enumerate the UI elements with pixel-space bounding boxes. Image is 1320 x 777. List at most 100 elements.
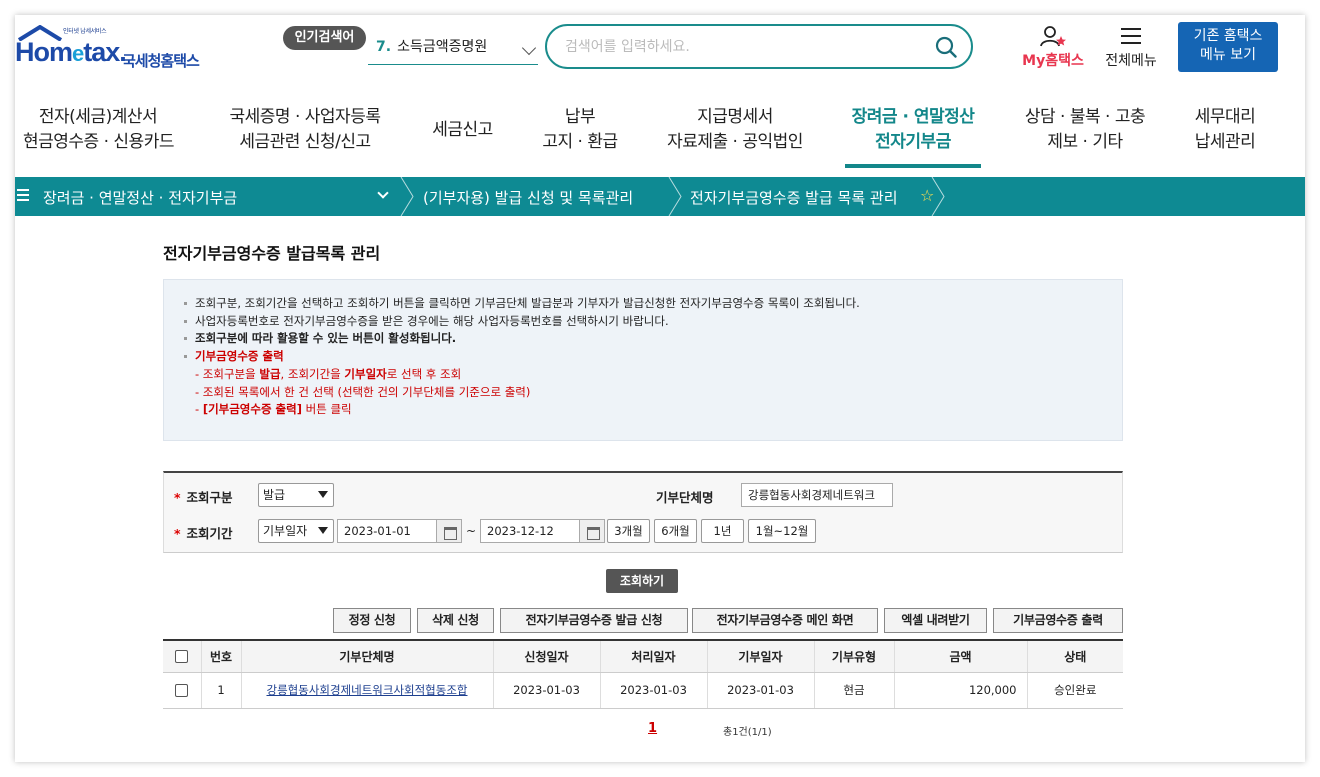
notice-line: 사업자등록번호로 전자기부금영수증을 받은 경우에는 해당 사업자등록번호를 선… bbox=[184, 313, 1102, 331]
nav-label-line1: 세무대리 bbox=[1194, 107, 1256, 127]
nav-label-line1: 납부 bbox=[564, 107, 596, 127]
notice-line: 조회구분에 따라 활용할 수 있는 버튼이 활성화됩니다. bbox=[184, 330, 1102, 348]
calendar-icon[interactable] bbox=[436, 519, 462, 543]
pager-current-page[interactable]: 1 bbox=[648, 721, 657, 736]
col-header[interactable]: 기부단체명 bbox=[241, 639, 494, 673]
correction-request-button[interactable]: 정정 신청 bbox=[333, 608, 411, 633]
issue-request-button[interactable]: 전자기부금영수증 발급 신청 bbox=[500, 608, 688, 633]
popular-rank: 7. bbox=[376, 39, 392, 55]
date-from-field[interactable]: 2023-01-01 bbox=[337, 519, 437, 543]
cell-request-date: 2023-01-03 bbox=[493, 672, 601, 709]
cell-donation-type: 현금 bbox=[814, 672, 895, 709]
old-site-menu-button[interactable]: 기존 홈택스 메뉴 보기 bbox=[1178, 22, 1278, 72]
col-header[interactable]: 신청일자 bbox=[493, 639, 601, 673]
col-header[interactable]: 번호 bbox=[201, 639, 242, 673]
cell-amount: 120,000 bbox=[894, 672, 1028, 709]
menu-icon[interactable] bbox=[17, 189, 29, 203]
dropdown-arrow-icon bbox=[318, 527, 328, 534]
chevron-down-icon bbox=[521, 40, 537, 56]
search-input[interactable] bbox=[565, 36, 925, 58]
nav-label-line2: 납세관리 bbox=[1194, 132, 1256, 152]
page-frame: 인터넷 납세서비스 Hometax. 국세청홈택스 인기검색어 7. 소득금액증명… bbox=[15, 15, 1305, 762]
logo-wordmark: Hometax. bbox=[15, 37, 127, 67]
cell-status: 승인완료 bbox=[1027, 672, 1123, 709]
my-hometax-button[interactable]: My홈택스 bbox=[1017, 23, 1089, 71]
breadcrumb-separator-icon bbox=[931, 177, 945, 216]
table-row[interactable]: 1 강릉협동사회경제네트워크사회적협동조합 2023-01-03 2023-01… bbox=[163, 672, 1123, 709]
notice-line: 기부금영수증 출력 bbox=[184, 348, 1102, 366]
nav-label-line2: 현금영수증 · 신용카드 bbox=[23, 132, 174, 152]
nav-label-line2: 전자기부금 bbox=[875, 132, 951, 152]
breadcrumb-separator-icon bbox=[668, 177, 682, 216]
breadcrumb-level2[interactable]: (기부자용) 발급 신청 및 목록관리 bbox=[423, 187, 633, 208]
nav-label-line2: 자료제출 · 공익법인 bbox=[667, 132, 803, 152]
donation-main-button[interactable]: 전자기부금영수증 메인 화면 bbox=[692, 608, 878, 633]
row-checkbox[interactable] bbox=[175, 684, 189, 697]
nav-label-line1: 장려금 · 연말정산 bbox=[851, 107, 975, 127]
nav-label-line1: 상담 · 불복 · 고충 bbox=[1024, 107, 1146, 127]
nav-item-tax-filing[interactable]: 세금신고 bbox=[425, 105, 500, 165]
delete-request-button[interactable]: 삭제 신청 bbox=[417, 608, 494, 633]
my-hometax-label: My홈택스 bbox=[1022, 53, 1084, 69]
main-nav: 전자(세금)계산서 현금영수증 · 신용카드 국세증명 · 사업자등록 세금관련… bbox=[15, 105, 1305, 168]
date-to-field[interactable]: 2023-12-12 bbox=[480, 519, 580, 543]
cell-no: 1 bbox=[201, 672, 242, 709]
popular-term: 소득금액증명원 bbox=[397, 39, 488, 55]
search-type-select[interactable]: 발급 bbox=[258, 483, 334, 507]
org-name-label: 기부단체명 bbox=[656, 490, 714, 505]
nav-item-certificate[interactable]: 국세증명 · 사업자등록 세금관련 신청/신고 bbox=[220, 105, 390, 165]
cell-org-name-link[interactable]: 강릉협동사회경제네트워크사회적협동조합 bbox=[241, 672, 494, 709]
hometax-logo[interactable]: 인터넷 납세서비스 Hometax. 국세청홈택스 bbox=[15, 23, 230, 73]
receipt-table: 번호 기부단체명 신청일자 처리일자 기부일자 기부유형 금액 상태 1 강릉협… bbox=[163, 639, 1123, 709]
nav-item-tax-agent[interactable]: 세무대리 납세관리 bbox=[1185, 105, 1265, 165]
search-panel: * 조회구분 발급 기부단체명 강릉협동사회경제네트워크 * 조회기간 기부일자 2… bbox=[163, 471, 1123, 553]
chevron-down-icon[interactable] bbox=[377, 187, 389, 199]
nav-item-consult[interactable]: 상담 · 불복 · 고충 제보 · 기타 bbox=[1015, 105, 1155, 165]
breadcrumb-level1[interactable]: 장려금 · 연말정산 · 전자기부금 bbox=[43, 187, 237, 208]
excel-download-button[interactable]: 엑셀 내려받기 bbox=[884, 608, 987, 633]
col-header[interactable]: 처리일자 bbox=[600, 639, 708, 673]
nav-item-e-invoice[interactable]: 전자(세금)계산서 현금영수증 · 신용카드 bbox=[23, 105, 174, 165]
cell-donation-date: 2023-01-03 bbox=[707, 672, 815, 709]
nav-label-line1: 전자(세금)계산서 bbox=[38, 107, 158, 127]
all-menu-button[interactable]: 전체메뉴 bbox=[1099, 23, 1163, 71]
period-1y-button[interactable]: 1년 bbox=[701, 519, 744, 543]
nav-label-line2: 세금관련 신청/신고 bbox=[239, 132, 371, 152]
nav-label-line1: 세금신고 bbox=[432, 120, 493, 140]
nav-label-line1: 지급명세서 bbox=[697, 107, 773, 127]
period-full-year-button[interactable]: 1월~12월 bbox=[748, 519, 816, 543]
nav-item-payment[interactable]: 납부 고지 · 환급 bbox=[535, 105, 625, 165]
breadcrumb: 장려금 · 연말정산 · 전자기부금 (기부자용) 발급 신청 및 목록관리 전… bbox=[15, 177, 1305, 216]
select-all-cell bbox=[163, 639, 202, 673]
table-header-row: 번호 기부단체명 신청일자 처리일자 기부일자 기부유형 금액 상태 bbox=[163, 639, 1123, 673]
breadcrumb-level3[interactable]: 전자기부금영수증 발급 목록 관리 bbox=[690, 187, 898, 208]
col-header[interactable]: 금액 bbox=[894, 639, 1028, 673]
logo-korean: 국세청홈택스 bbox=[122, 52, 200, 70]
pager-total: 총1건(1/1) bbox=[723, 727, 772, 738]
receipt-print-button[interactable]: 기부금영수증 출력 bbox=[993, 608, 1123, 633]
query-button[interactable]: 조회하기 bbox=[606, 569, 678, 593]
popular-search-select[interactable]: 7. 소득금액증명원 bbox=[368, 33, 538, 65]
date-separator: ~ bbox=[466, 524, 477, 538]
hamburger-icon bbox=[1121, 28, 1141, 44]
select-all-checkbox[interactable] bbox=[175, 650, 189, 664]
user-icon bbox=[1040, 26, 1066, 47]
col-header[interactable]: 기부일자 bbox=[707, 639, 815, 673]
row-select-cell bbox=[163, 672, 202, 709]
calendar-icon[interactable] bbox=[579, 519, 605, 543]
nav-label-line1: 국세증명 · 사업자등록 bbox=[229, 107, 381, 127]
nav-label-line2: 고지 · 환급 bbox=[542, 132, 618, 152]
col-header[interactable]: 상태 bbox=[1027, 639, 1123, 673]
period-type-select[interactable]: 기부일자 bbox=[258, 519, 334, 543]
period-6m-button[interactable]: 6개월 bbox=[654, 519, 697, 543]
popular-search-badge: 인기검색어 bbox=[283, 26, 366, 50]
nav-item-incentive-donation[interactable]: 장려금 · 연말정산 전자기부금 bbox=[845, 105, 981, 168]
cell-process-date: 2023-01-03 bbox=[600, 672, 708, 709]
col-header[interactable]: 기부유형 bbox=[814, 639, 895, 673]
search-bar bbox=[545, 24, 973, 69]
org-name-field[interactable]: 강릉협동사회경제네트워크 bbox=[741, 483, 893, 507]
search-type-label: * 조회구분 bbox=[174, 490, 233, 505]
search-icon[interactable] bbox=[935, 36, 957, 58]
period-3m-button[interactable]: 3개월 bbox=[607, 519, 650, 543]
nav-item-payment-statement[interactable]: 지급명세서 자료제출 · 공익법인 bbox=[660, 105, 810, 165]
